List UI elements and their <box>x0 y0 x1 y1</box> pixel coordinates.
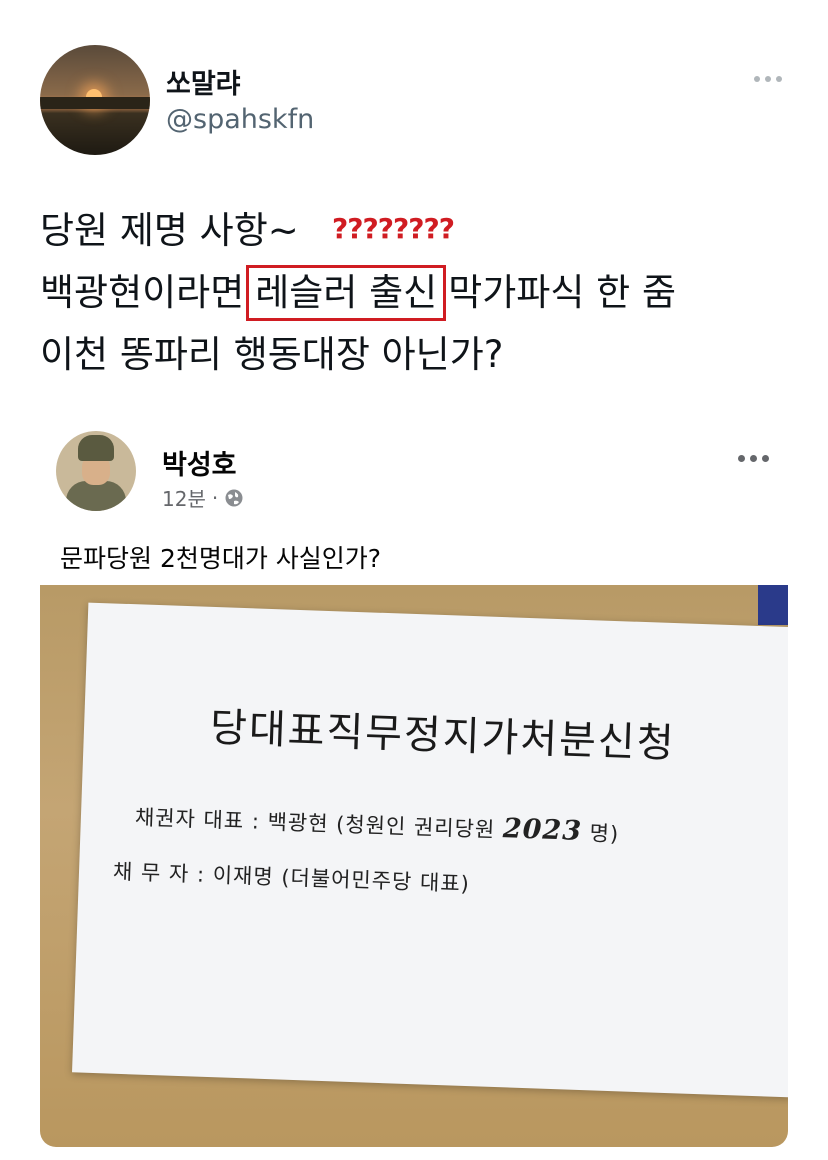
tweet-line-2: 백광현이라면 레슬러 출신 막가파식 한 줌 <box>40 262 676 324</box>
embedded-post[interactable]: 박성호 12분 · 문파당원 2천명대가 사실인가? 당대표직무정지가처분신청 … <box>40 405 788 1147</box>
post-text: 문파당원 2천명대가 사실인가? <box>60 544 382 573</box>
highlight-box: 레슬러 출신 <box>246 265 447 321</box>
tweet-line-3: 이천 똥파리 행동대장 아닌가? <box>40 333 504 376</box>
trees-graphic <box>40 97 150 109</box>
line2-before: 백광현이라면 <box>40 271 245 314</box>
post-avatar[interactable] <box>56 431 136 511</box>
display-name[interactable]: 쏘말랴 <box>166 62 241 101</box>
document-paper: 당대표직무정지가처분신청 채권자 대표 : 백광현 (청원인 권리당원 2023… <box>72 602 788 1098</box>
more-icon[interactable] <box>754 70 786 88</box>
post-more-icon[interactable] <box>738 455 769 462</box>
meta-separator: · <box>211 485 219 510</box>
question-annotation: ???????? <box>332 212 455 245</box>
post-time[interactable]: 12분 <box>162 483 206 512</box>
tweet-avatar[interactable] <box>40 45 150 155</box>
handwritten-number: 2023 <box>502 813 583 847</box>
globe-icon <box>225 489 243 506</box>
line2-after: 막가파식 한 줌 <box>448 271 676 314</box>
post-photo[interactable]: 당대표직무정지가처분신청 채권자 대표 : 백광현 (청원인 권리당원 2023… <box>40 585 788 1147</box>
document-debtor-line: 채 무 자 : 이재명 (더불어민주당 대표) <box>112 859 471 897</box>
user-handle[interactable]: @spahskfn <box>166 104 314 135</box>
post-author-name[interactable]: 박성호 <box>162 443 237 482</box>
document-title: 당대표직무정지가처분신청 <box>209 704 677 768</box>
document-creditor-line: 채권자 대표 : 백광현 (청원인 권리당원 2023 명) <box>134 805 620 847</box>
post-meta: 12분 · <box>162 483 244 512</box>
